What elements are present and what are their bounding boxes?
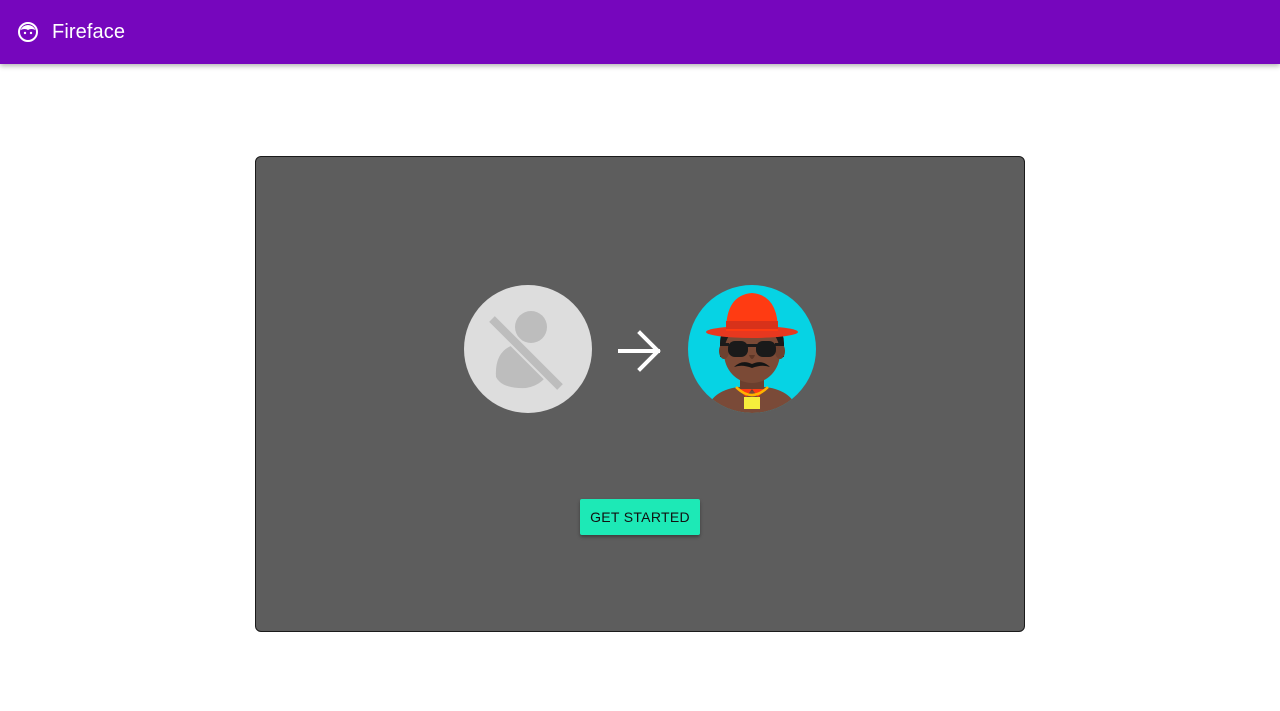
get-started-button[interactable]: GET STARTED	[580, 499, 700, 535]
emoji-face-avatar	[688, 285, 816, 413]
arrow-right-icon	[616, 327, 664, 375]
face-icon	[16, 20, 40, 44]
app-title: Fireface	[52, 20, 126, 43]
app-bar: Fireface	[0, 0, 1280, 64]
onboarding-card: GET STARTED	[255, 156, 1025, 632]
no-face-icon	[464, 285, 592, 413]
